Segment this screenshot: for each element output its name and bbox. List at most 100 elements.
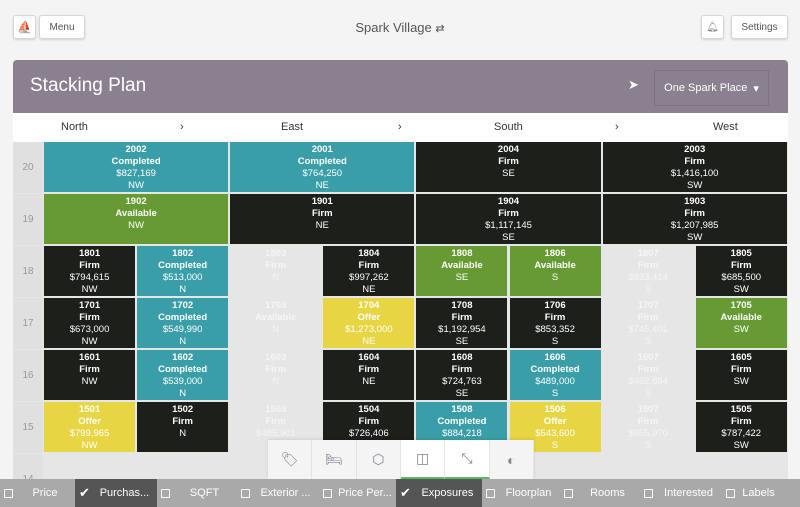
unit-exposure: NW [81, 336, 98, 347]
filter-toggle[interactable]: Price Per... [319, 479, 396, 507]
filter-toggle[interactable]: Labels [722, 479, 780, 507]
unit-1702[interactable]: 1702 Completed $549,990 N [137, 298, 229, 348]
unit-status: Available [255, 312, 297, 323]
unit-exposure: S [551, 336, 559, 347]
unit-2004[interactable]: 2004 Firm SE [416, 142, 601, 192]
unit-1703[interactable]: 1703 Available N [230, 298, 322, 348]
unit-number: 1807 [637, 248, 659, 259]
unit-status: Firm [358, 416, 380, 427]
unit-1502[interactable]: 1502 Firm N [137, 402, 229, 452]
chevron-right-icon[interactable]: › [615, 121, 619, 133]
unit-number: 1601 [78, 352, 101, 363]
unit-exposure: SW [687, 232, 703, 243]
unit-status: Available [441, 260, 483, 271]
unit-status: Firm [311, 208, 333, 219]
settings-button[interactable]: Settings [731, 15, 788, 39]
unit-1704[interactable]: 1704 Offer $1,273,000 NE [323, 298, 415, 348]
unit-status: Firm [637, 416, 659, 427]
filter-toggle[interactable]: Rooms [560, 479, 640, 507]
unit-1902[interactable]: 1902 Available NW [44, 194, 229, 244]
unit-1606[interactable]: 1606 Completed $489,000 S [509, 350, 601, 400]
unit-1808[interactable]: 1808 Available SE [416, 246, 508, 296]
unit-1706[interactable]: 1706 Firm $853,352 S [509, 298, 601, 348]
unit-1605[interactable]: 1605 Firm SW [695, 350, 787, 400]
unit-status: Available [115, 208, 157, 219]
unit-status: Firm [637, 364, 659, 375]
filter-label: Interested [664, 487, 713, 499]
split-view-tool-button[interactable]: ◫ [400, 440, 446, 479]
unit-1608[interactable]: 1608 Firm $724,763 SE [416, 350, 508, 400]
unit-exposure: NE [315, 180, 329, 191]
filter-toggle[interactable]: ✔ Purchas... [75, 479, 157, 507]
unit-number: 1902 [125, 196, 147, 207]
chevron-right-icon[interactable]: › [180, 121, 184, 133]
unit-1607[interactable]: 1607 Firm $452,894 S [602, 350, 694, 400]
unit-number: 1603 [265, 352, 287, 363]
unit-price: $884,218 [442, 428, 482, 439]
building-select[interactable]: One Spark Place ▾ [654, 70, 769, 106]
unit-exposure: SW [733, 284, 749, 295]
filter-toggle[interactable]: Floorplan [482, 479, 560, 507]
unit-number: 1501 [78, 404, 101, 415]
unit-2001[interactable]: 2001 Completed $764,250 NE [230, 142, 415, 192]
unit-1805[interactable]: 1805 Firm $685,500 SW [695, 246, 787, 296]
unit-1705[interactable]: 1705 Available SW [695, 298, 787, 348]
filter-toggle[interactable]: ✔ Exposures [396, 479, 482, 507]
unit-number: 2002 [125, 144, 147, 155]
unit-1801[interactable]: 1801 Firm $794,615 NW [44, 246, 136, 296]
unit-1802[interactable]: 1802 Completed $513,000 N [137, 246, 229, 296]
unit-1505[interactable]: 1505 Firm $787,422 SW [695, 402, 787, 452]
contrast-tool-button[interactable]: ◐ [490, 440, 534, 479]
unit-price: $549,990 [162, 324, 203, 335]
filter-toggle[interactable]: Interested [640, 479, 722, 507]
unit-number: 2004 [497, 144, 520, 155]
unit-1806[interactable]: 1806 Available S [509, 246, 601, 296]
unit-price: $787,422 [721, 428, 762, 439]
unit-1604[interactable]: 1604 Firm NE [323, 350, 415, 400]
unit-number: 1806 [544, 248, 566, 259]
unit-number: 1705 [730, 300, 752, 311]
unit-1501[interactable]: 1501 Offer $799,965 NW [44, 402, 136, 452]
compress-tool-button[interactable]: ⤡ [445, 440, 490, 479]
floor-label: 16 [13, 350, 43, 401]
unit-status: Firm [637, 260, 659, 271]
cube-icon: ⬡ [372, 451, 385, 467]
unit-status: Completed [158, 260, 208, 271]
unit-1904[interactable]: 1904 Firm $1,117,145 SE [416, 194, 601, 244]
checkbox-icon [564, 488, 573, 498]
unit-1807[interactable]: 1807 Firm $833,414 S [602, 246, 694, 296]
unit-status: Firm [265, 260, 287, 271]
unit-1708[interactable]: 1708 Firm $1,192,954 SE [416, 298, 508, 348]
unit-exposure: N [272, 272, 280, 283]
chevron-right-icon[interactable]: › [398, 121, 402, 133]
unit-1601[interactable]: 1601 Firm NW [44, 350, 136, 400]
filter-toggle[interactable]: Price [0, 479, 75, 507]
unit-1507[interactable]: 1507 Firm $655,970 S [602, 402, 694, 452]
unit-1804[interactable]: 1804 Firm $997,262 NE [323, 246, 415, 296]
unit-2002[interactable]: 2002 Completed $827,169 NW [44, 142, 229, 192]
unit-1701[interactable]: 1701 Firm $673,000 NW [44, 298, 136, 348]
unit-exposure: NW [128, 220, 144, 231]
unit-status: Firm [265, 364, 287, 375]
unit-1903[interactable]: 1903 Firm $1,207,985 SW [602, 194, 787, 244]
unit-1803[interactable]: 1803 Firm N [230, 246, 322, 296]
filter-toggle[interactable]: SQFT [157, 479, 237, 507]
unit-2003[interactable]: 2003 Firm $1,416,100 SW [602, 142, 787, 192]
unit-price: $853,352 [535, 324, 575, 335]
unit-price: $997,262 [349, 272, 389, 283]
unit-1901[interactable]: 1901 Firm NE [230, 194, 415, 244]
cube-tool-button[interactable]: ⬡ [357, 440, 401, 479]
project-title[interactable]: Spark Village ⇄ [0, 20, 800, 35]
tag-icon: 🏷 [280, 451, 299, 467]
notifications-button[interactable]: 🔔︎ [701, 15, 724, 39]
bed-tool-button[interactable]: 🛏 [312, 440, 357, 479]
unit-1707[interactable]: 1707 Firm $745,401 S [602, 298, 694, 348]
filter-toggle[interactable]: Exterior ... [237, 479, 319, 507]
unit-1602[interactable]: 1602 Completed $539,000 N [137, 350, 229, 400]
paper-plane-icon[interactable]: ➤ [628, 77, 639, 93]
unit-1603[interactable]: 1603 Firm N [230, 350, 322, 400]
shuffle-icon[interactable]: ⇄ [435, 23, 444, 35]
direction-south: South [494, 121, 523, 133]
floor-label: 15 [13, 402, 43, 453]
tag-tool-button[interactable]: 🏷 [268, 440, 313, 479]
